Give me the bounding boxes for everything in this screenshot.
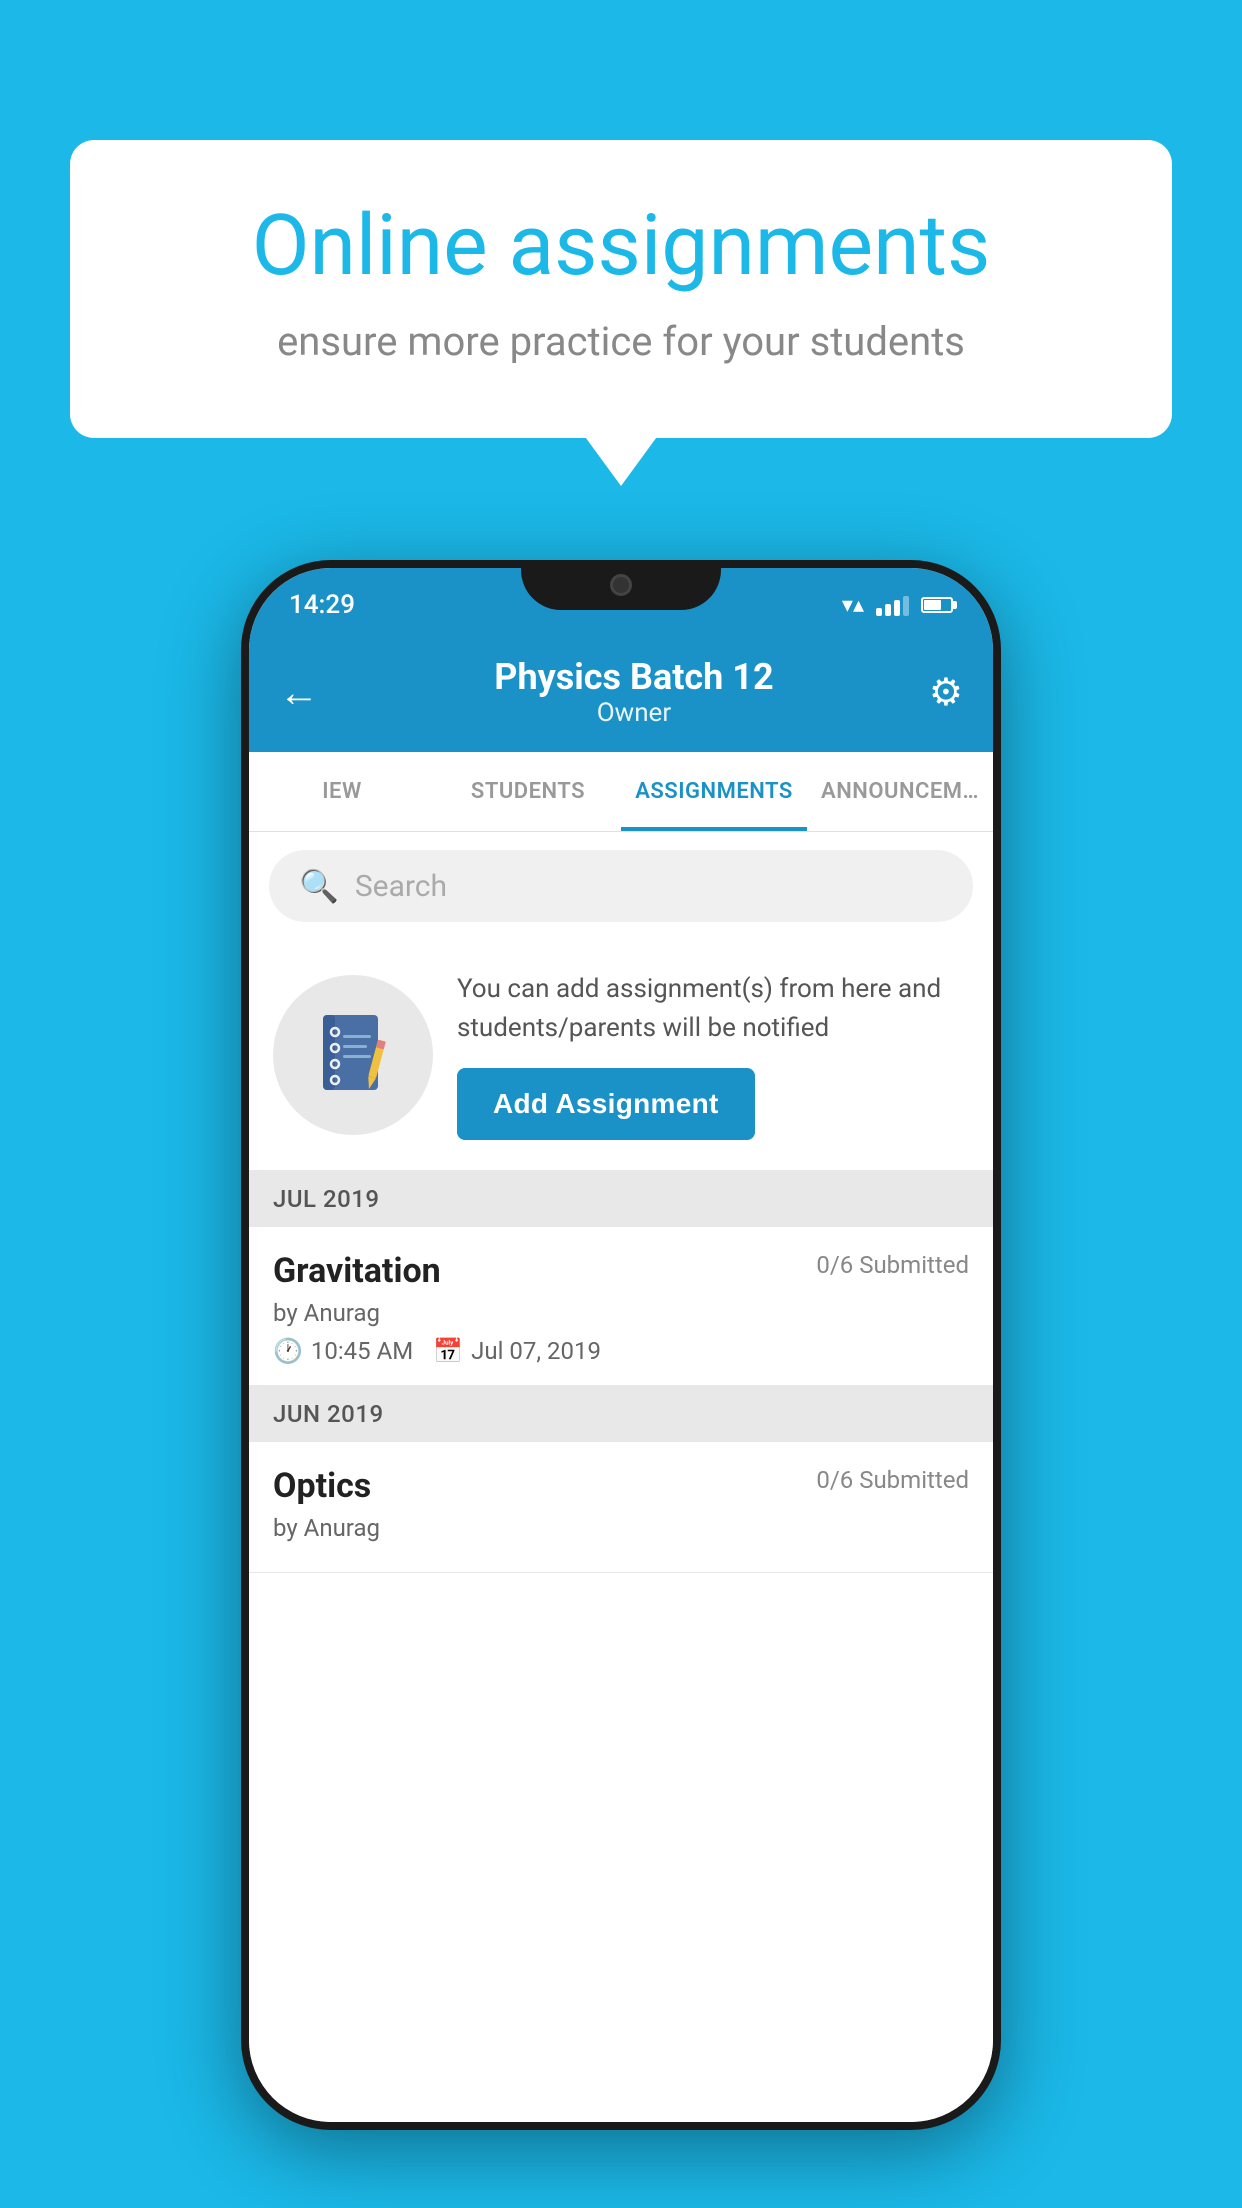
search-bar[interactable]: 🔍 Search [269, 850, 973, 922]
wifi-icon: ▾▴ [842, 593, 864, 618]
submitted-badge-optics: 0/6 Submitted [816, 1466, 969, 1494]
section-jun-2019: JUN 2019 [249, 1386, 993, 1442]
search-bar-container: 🔍 Search [249, 832, 993, 940]
tab-students[interactable]: STUDENTS [435, 752, 621, 831]
submitted-badge-gravitation: 0/6 Submitted [816, 1251, 969, 1279]
assignment-title-gravitation: Gravitation [273, 1251, 441, 1291]
status-time: 14:29 [289, 590, 355, 620]
assignment-header: Gravitation 0/6 Submitted [273, 1251, 969, 1291]
settings-icon[interactable]: ⚙ [929, 670, 963, 715]
status-icons: ▾▴ [842, 593, 953, 618]
time-detail: 🕐 10:45 AM [273, 1337, 413, 1365]
assignment-time: 10:45 AM [311, 1337, 413, 1365]
promo-description: You can add assignment(s) from here and … [457, 970, 969, 1048]
calendar-icon: 📅 [433, 1337, 463, 1365]
add-assignment-button[interactable]: Add Assignment [457, 1068, 755, 1140]
phone-screen: 14:29 ▾▴ ← Physics Batc [249, 568, 993, 2122]
speech-bubble-area: Online assignments ensure more practice … [70, 140, 1172, 438]
assignment-date: Jul 07, 2019 [471, 1337, 601, 1365]
search-icon: 🔍 [299, 867, 339, 905]
section-jul-2019: JUL 2019 [249, 1171, 993, 1227]
assignment-gravitation[interactable]: Gravitation 0/6 Submitted by Anurag 🕐 10… [249, 1227, 993, 1386]
phone-notch [521, 560, 721, 610]
assignment-title-optics: Optics [273, 1466, 371, 1506]
assignment-author-gravitation: by Anurag [273, 1299, 969, 1327]
speech-bubble-title: Online assignments [140, 200, 1102, 292]
tab-bar: IEW STUDENTS ASSIGNMENTS ANNOUNCEM… [249, 752, 993, 832]
speech-bubble: Online assignments ensure more practice … [70, 140, 1172, 438]
clock-icon: 🕐 [273, 1337, 303, 1365]
phone-frame: 14:29 ▾▴ ← Physics Batc [241, 560, 1001, 2130]
tab-assignments[interactable]: ASSIGNMENTS [621, 752, 807, 831]
header-title-area: Physics Batch 12 Owner [339, 656, 929, 728]
promo-icon-circle [273, 975, 433, 1135]
assignment-author-optics: by Anurag [273, 1514, 969, 1542]
search-placeholder: Search [355, 869, 447, 904]
promo-content: You can add assignment(s) from here and … [457, 970, 969, 1140]
app-header: ← Physics Batch 12 Owner ⚙ [249, 632, 993, 752]
batch-title: Physics Batch 12 [339, 656, 929, 698]
tab-announcements[interactable]: ANNOUNCEM… [807, 752, 993, 831]
assignment-optics[interactable]: Optics 0/6 Submitted by Anurag [249, 1442, 993, 1573]
signal-icon [876, 594, 909, 616]
assignment-header-optics: Optics 0/6 Submitted [273, 1466, 969, 1506]
role-subtitle: Owner [339, 698, 929, 728]
assignment-details-gravitation: 🕐 10:45 AM 📅 Jul 07, 2019 [273, 1337, 969, 1365]
tab-iew[interactable]: IEW [249, 752, 435, 831]
speech-bubble-subtitle: ensure more practice for your students [140, 316, 1102, 368]
notebook-icon [313, 1010, 393, 1100]
promo-section: You can add assignment(s) from here and … [249, 940, 993, 1171]
date-detail: 📅 Jul 07, 2019 [433, 1337, 601, 1365]
battery-icon [921, 597, 953, 613]
back-button[interactable]: ← [279, 669, 319, 716]
front-camera [610, 574, 632, 596]
content-area: 🔍 Search [249, 832, 993, 2122]
